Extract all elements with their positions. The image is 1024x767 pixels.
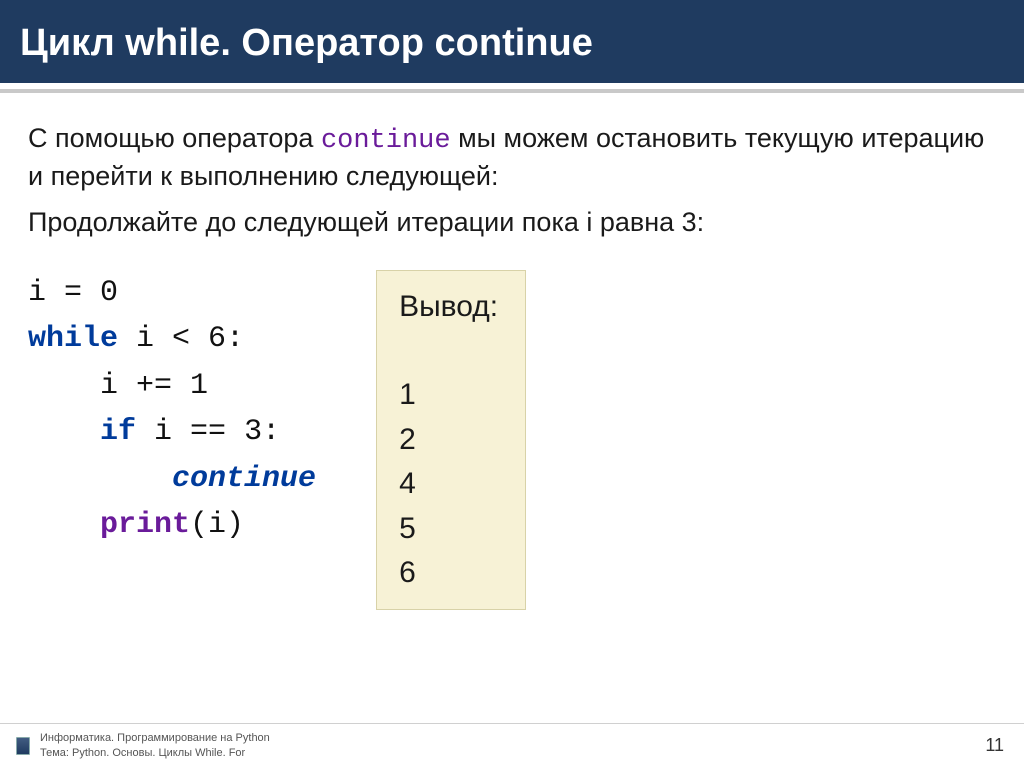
description-paragraph: С помощью оператора continue мы можем ос… (28, 121, 996, 193)
code-line-6a (28, 508, 100, 542)
output-line: 2 (399, 418, 503, 462)
code-output-row: i = 0 while i < 6: i += 1 if i == 3: con… (28, 270, 996, 611)
code-keyword-while: while (28, 322, 118, 356)
output-panel: Вывод: 1 2 4 5 6 (376, 270, 526, 611)
output-line: 4 (399, 462, 503, 506)
code-line-6c: (i) (190, 508, 244, 542)
code-line-4c: i == (136, 415, 244, 449)
code-block: i = 0 while i < 6: i += 1 if i == 3: con… (28, 270, 316, 549)
description-example: Продолжайте до следующей итерации пока i… (28, 205, 996, 240)
footer-text-block: Информатика. Программирование на Python … (40, 731, 270, 760)
page-number: 11 (985, 735, 1004, 756)
code-line-4a (28, 415, 100, 449)
code-line-4e: : (262, 415, 280, 449)
code-line-1a: i = (28, 276, 100, 310)
desc-keyword-continue: continue (321, 126, 451, 156)
slide: Цикл while. Оператор continue С помощью … (0, 0, 1024, 767)
footer-line-2: Тема: Python. Основы. Циклы While. For (40, 746, 270, 760)
desc-text-pre: С помощью оператора (28, 123, 321, 153)
footer-line-1: Информатика. Программирование на Python (40, 731, 270, 745)
code-line-3a: i += (28, 369, 190, 403)
output-line: 1 (399, 373, 503, 417)
footer-logo-icon (16, 737, 30, 755)
code-keyword-if: if (100, 415, 136, 449)
output-line: 6 (399, 551, 503, 595)
slide-header: Цикл while. Оператор continue (0, 0, 1024, 83)
slide-title: Цикл while. Оператор continue (20, 22, 1004, 65)
slide-content: С помощью оператора continue мы можем ос… (0, 93, 1024, 723)
code-line-2b: i < (118, 322, 208, 356)
output-label: Вывод: (399, 285, 503, 329)
slide-footer: Информатика. Программирование на Python … (0, 723, 1024, 767)
code-func-print: print (100, 508, 190, 542)
code-line-4d: 3 (244, 415, 262, 449)
code-line-1b: 0 (100, 276, 118, 310)
code-line-3b: 1 (190, 369, 208, 403)
code-keyword-continue: continue (172, 462, 316, 496)
code-line-2c: 6 (208, 322, 226, 356)
code-line-2d: : (226, 322, 244, 356)
output-line: 5 (399, 507, 503, 551)
code-line-5a (28, 462, 172, 496)
